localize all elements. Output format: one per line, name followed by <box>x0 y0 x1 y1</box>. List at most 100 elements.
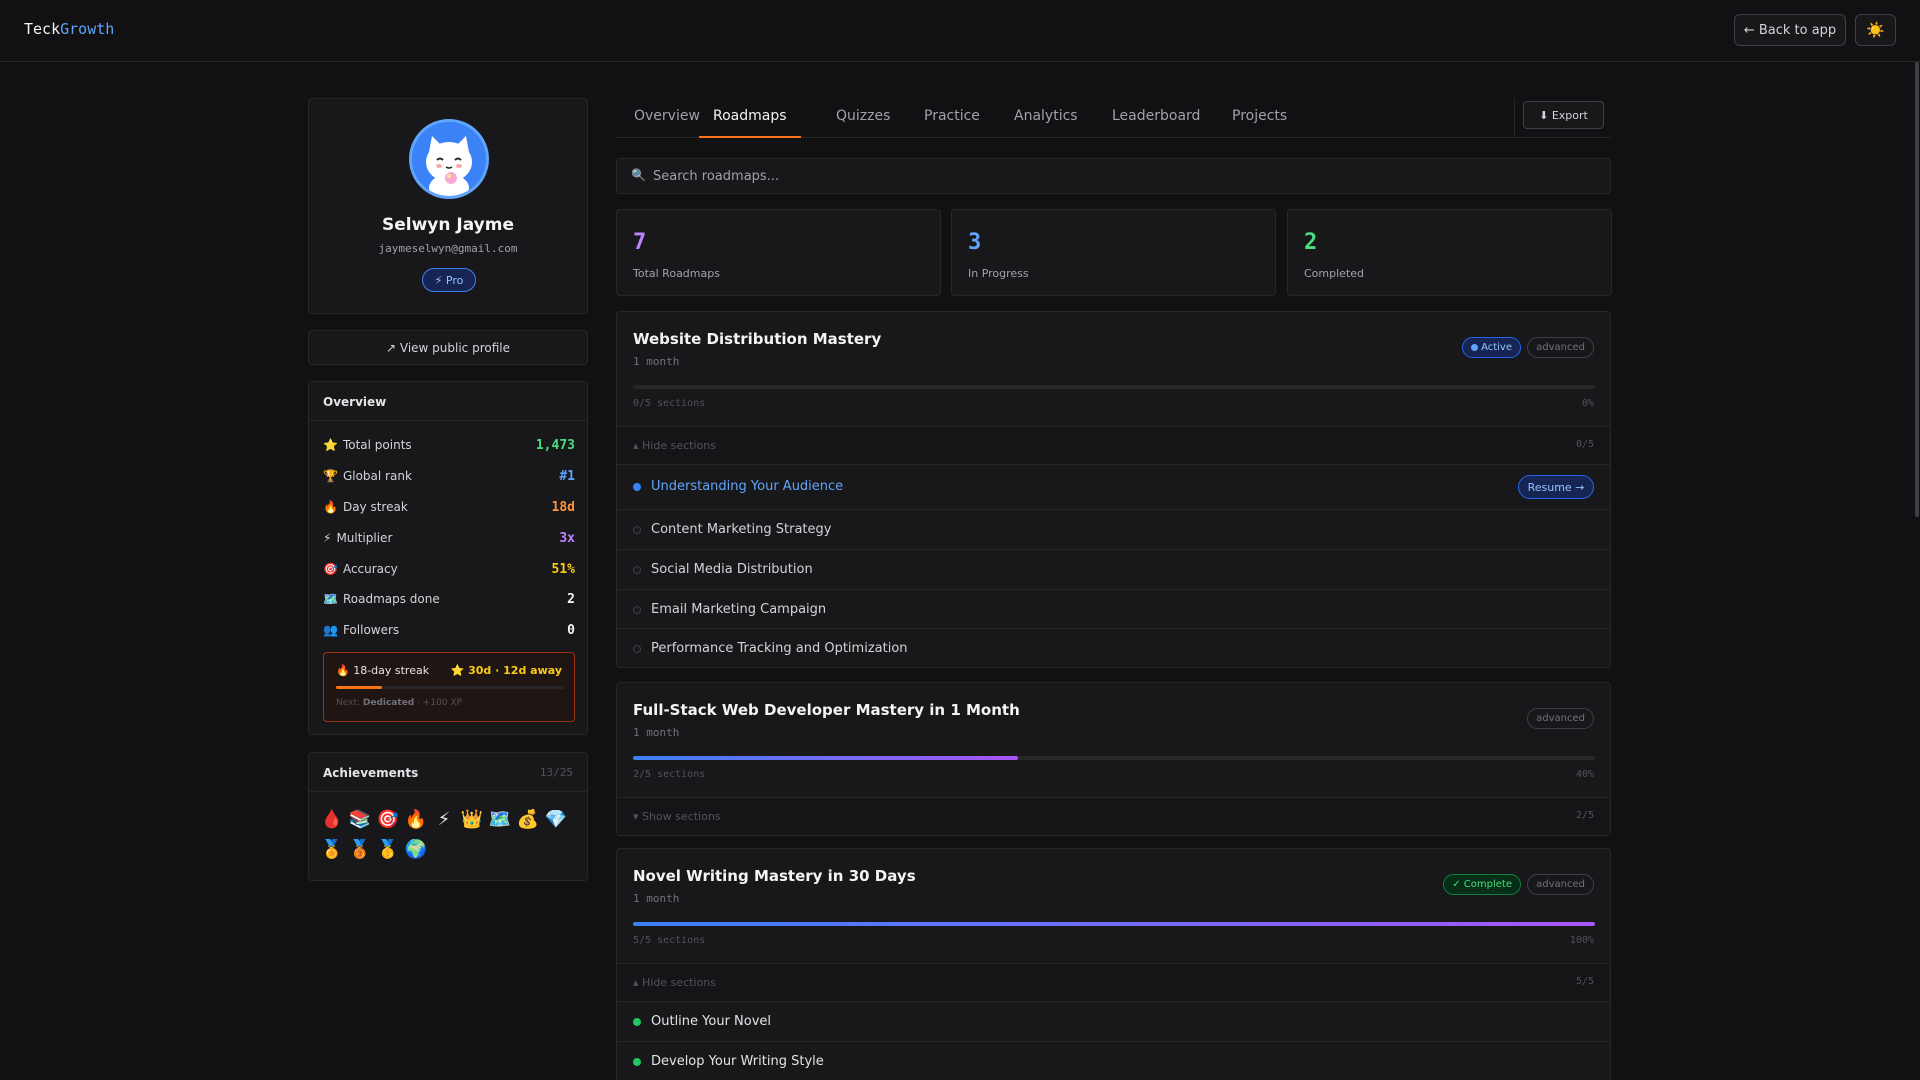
roadmap-progress-track <box>633 922 1595 926</box>
theme-toggle-button[interactable]: ☀️ <box>1855 14 1896 46</box>
section-label[interactable]: Develop Your Writing Style <box>651 1054 824 1069</box>
tab-practice[interactable]: Practice <box>924 108 980 138</box>
achievements-card: Achievements 13/25 🩸 📚 🎯 🔥 ⚡ 👑 🗺️ 💰 💎 🏅 … <box>308 752 588 881</box>
map-icon[interactable]: 🗺️ <box>489 807 511 831</box>
stat-value: 18d <box>551 499 575 515</box>
section-label[interactable]: Content Marketing Strategy <box>651 522 831 537</box>
section-label[interactable]: Understanding Your Audience <box>651 479 843 494</box>
roadmap-sections-count: 5/5 sections <box>633 935 706 946</box>
books-icon[interactable]: 📚 <box>349 807 371 831</box>
gold-medal-icon[interactable]: 🥇 <box>377 837 399 861</box>
lightning-icon[interactable]: ⚡ <box>435 807 453 831</box>
tab-projects[interactable]: Projects <box>1232 108 1287 138</box>
sections-toggle-count: 5/5 <box>1575 976 1594 987</box>
fire-icon[interactable]: 🔥 <box>405 807 427 831</box>
logo-suffix: Growth <box>60 20 115 38</box>
tab-quizzes[interactable]: Quizzes <box>836 108 890 138</box>
hide-sections-toggle[interactable]: ▴ Hide sections <box>633 976 716 989</box>
summary-in-progress: 3 In Progress <box>951 209 1276 296</box>
show-sections-toggle[interactable]: ▾ Show sections <box>633 810 721 823</box>
roadmap-title[interactable]: Full-Stack Web Developer Mastery in 1 Mo… <box>633 701 1020 719</box>
section-row[interactable]: Content Marketing Strategy <box>617 509 1610 549</box>
active-dot-icon <box>1471 344 1479 351</box>
pro-badge: ⚡ Pro <box>422 268 476 292</box>
gem-icon[interactable]: 💎 <box>545 807 567 831</box>
sections-toggle-count: 0/5 <box>1575 439 1594 450</box>
target-icon[interactable]: 🎯 <box>377 807 399 831</box>
stat-label: Total points <box>342 438 412 452</box>
summary-completed: 2 Completed <box>1287 209 1612 296</box>
roadmap-progress-track <box>633 756 1595 760</box>
stat-label: Followers <box>342 623 400 637</box>
level-badge: advanced <box>1527 337 1594 358</box>
search-bar: 🔍 <box>616 158 1611 194</box>
tab-analytics[interactable]: Analytics <box>1014 108 1078 138</box>
back-to-app-button[interactable]: ← Back to app <box>1734 14 1846 46</box>
hide-sections-toggle[interactable]: ▴ Hide sections <box>633 439 716 452</box>
status-badge: ✓ Complete <box>1443 874 1521 895</box>
cat-avatar-icon <box>412 122 486 196</box>
section-label[interactable]: Email Marketing Campaign <box>651 602 826 617</box>
summary-label: In Progress <box>968 267 1029 280</box>
blood-drop-icon[interactable]: 🩸 <box>321 807 343 831</box>
profile-email: jaymeselwyn@gmail.com <box>378 242 518 255</box>
stat-label: Global rank <box>342 469 412 483</box>
search-icon: 🔍 <box>631 168 646 182</box>
roadmap-duration: 1 month <box>633 726 680 739</box>
search-input[interactable] <box>653 159 1593 193</box>
stat-multiplier: ⚡ Multiplier 3x <box>323 528 575 548</box>
crown-icon[interactable]: 👑 <box>461 807 483 831</box>
profile-name: Selwyn Jayme <box>381 215 514 235</box>
tab-overview[interactable]: Overview <box>634 108 700 138</box>
completed-section-dot-icon <box>633 1018 641 1026</box>
view-public-profile-button[interactable]: ↗ View public profile <box>308 330 588 365</box>
section-label[interactable]: Outline Your Novel <box>651 1014 771 1029</box>
stat-roadmaps-done: 🗺️ Roadmaps done 2 <box>323 589 575 609</box>
roadmap-card: Full-Stack Web Developer Mastery in 1 Mo… <box>616 682 1611 836</box>
section-row[interactable]: Understanding Your Audience Resume → <box>617 464 1610 509</box>
section-row[interactable]: Email Marketing Campaign <box>617 589 1610 629</box>
lightning-icon: ⚡ <box>323 531 332 545</box>
sections-toggle-count: 2/5 <box>1575 810 1594 821</box>
scrollbar-thumb[interactable] <box>1915 62 1919 517</box>
completed-section-dot-icon <box>633 1058 641 1066</box>
overview-title: Overview <box>309 382 587 421</box>
section-label[interactable]: Social Media Distribution <box>651 562 813 577</box>
section-label[interactable]: Performance Tracking and Optimization <box>651 641 908 656</box>
app-logo[interactable]: TeckGrowth <box>24 20 114 38</box>
roadmap-title[interactable]: Website Distribution Mastery <box>633 330 881 348</box>
level-badge: advanced <box>1527 708 1594 729</box>
sections-toggle-row[interactable]: ▴ Hide sections 5/5 <box>617 963 1610 1001</box>
tab-bar: Overview Roadmaps Quizzes Practice Analy… <box>616 98 1611 138</box>
tab-roadmaps[interactable]: Roadmaps <box>699 108 801 138</box>
next-name: Dedicated <box>362 698 415 708</box>
roadmap-title[interactable]: Novel Writing Mastery in 30 Days <box>633 867 916 885</box>
trophy-icon: 🏆 <box>323 469 338 483</box>
streak-label: 🔥 18-day streak <box>336 664 430 677</box>
bronze-medal-icon[interactable]: 🥉 <box>349 837 371 861</box>
sections-toggle-row[interactable]: ▴ Hide sections 0/5 <box>617 426 1610 464</box>
streak-progress-fill <box>336 686 382 689</box>
roadmap-sections-count: 0/5 sections <box>633 398 706 409</box>
achievements-title: Achievements <box>323 766 419 780</box>
star-icon: ⭐ <box>323 438 338 452</box>
money-bag-icon[interactable]: 💰 <box>517 807 539 831</box>
section-row[interactable]: Develop Your Writing Style <box>617 1041 1610 1080</box>
section-row[interactable]: Outline Your Novel <box>617 1001 1610 1041</box>
status-badge: Active <box>1462 337 1521 358</box>
globe-icon[interactable]: 🌍 <box>405 837 427 861</box>
tab-divider <box>1514 98 1515 138</box>
current-section-dot-icon <box>633 483 641 491</box>
stat-day-streak: 🔥 Day streak 18d <box>323 497 575 517</box>
export-button[interactable]: ⬇ Export <box>1523 101 1604 129</box>
status-label: Active <box>1481 342 1512 353</box>
roadmap-progress-track <box>633 385 1595 389</box>
stat-value: 51% <box>551 561 575 577</box>
section-row[interactable]: Social Media Distribution <box>617 549 1610 589</box>
tab-leaderboard[interactable]: Leaderboard <box>1112 108 1200 138</box>
sections-toggle-row[interactable]: ▾ Show sections 2/5 <box>617 797 1610 835</box>
roadmap-card: Novel Writing Mastery in 30 Days 1 month… <box>616 848 1611 1080</box>
resume-button[interactable]: Resume → <box>1518 475 1594 499</box>
medal-icon[interactable]: 🏅 <box>321 837 343 861</box>
section-row[interactable]: Performance Tracking and Optimization <box>617 628 1610 668</box>
